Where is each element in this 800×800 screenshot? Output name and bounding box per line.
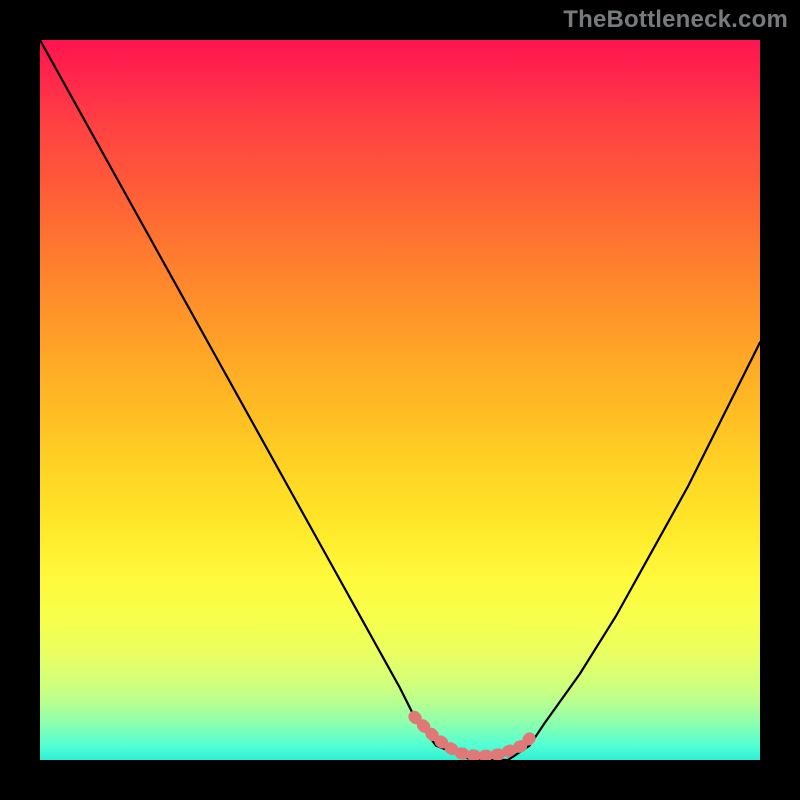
chart-frame: TheBottleneck.com bbox=[0, 0, 800, 800]
plot-area bbox=[40, 40, 760, 760]
watermark-text: TheBottleneck.com bbox=[563, 6, 788, 34]
curve-svg bbox=[40, 40, 760, 760]
optimal-band-path bbox=[414, 717, 529, 757]
bottleneck-curve-path bbox=[40, 40, 760, 760]
